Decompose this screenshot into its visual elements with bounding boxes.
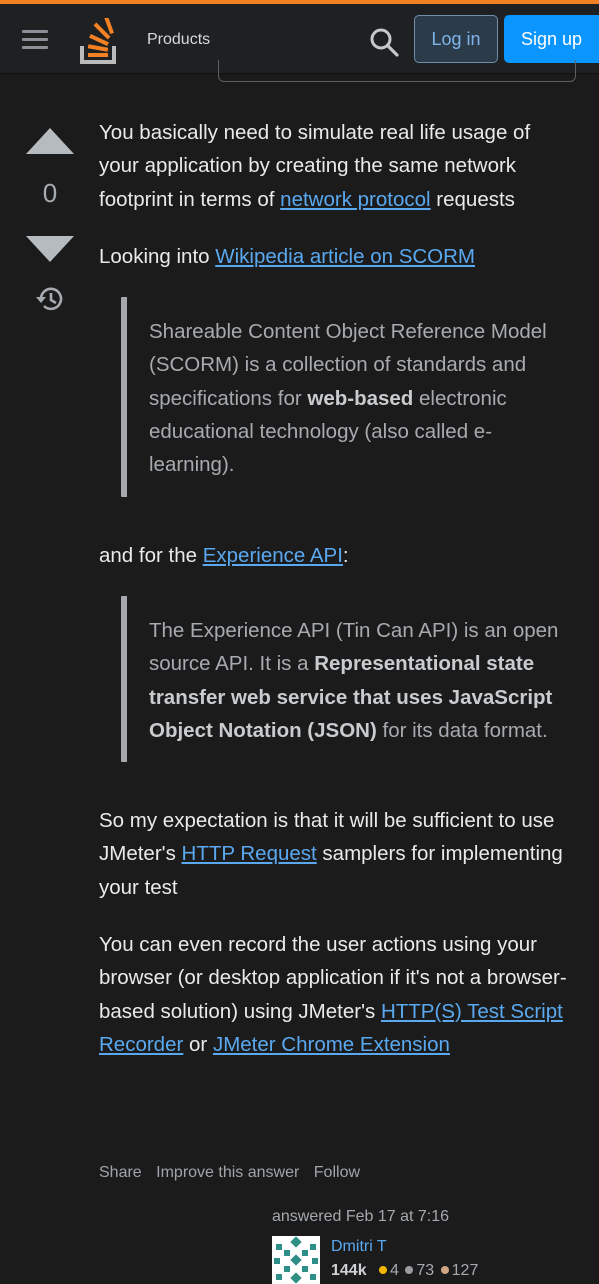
paragraph: You can even record the user actions usi… <box>99 933 567 1056</box>
downvote-arrow-icon[interactable] <box>26 236 74 262</box>
author-name-link[interactable]: Dmitri T <box>331 1238 387 1256</box>
blockquote: Shareable Content Object Reference Model… <box>121 297 569 497</box>
search-icon[interactable] <box>368 26 400 58</box>
vote-count: 0 <box>42 178 58 208</box>
paragraph: So my expectation is that it will be suf… <box>99 809 563 899</box>
share-link[interactable]: Share <box>99 1164 142 1181</box>
bronze-badge-icon <box>440 1266 449 1274</box>
bronze-badge-count: 127 <box>451 1262 479 1279</box>
silver-badge-count: 73 <box>416 1262 435 1279</box>
paragraph: You basically need to simulate real life… <box>99 121 531 211</box>
answer-body: You basically need to simulate real life… <box>99 116 569 1061</box>
login-button[interactable]: Log in <box>414 15 498 63</box>
reputation: 144k 4 73 127 <box>331 1262 478 1280</box>
follow-link[interactable]: Follow <box>314 1164 360 1181</box>
paragraph: Looking into Wikipedia article on SCORM <box>99 244 476 268</box>
blockquote: The Experience API (Tin Can API) is an o… <box>121 595 569 763</box>
jmeter-chrome-extension-link[interactable]: JMeter Chrome Extension <box>213 1033 450 1056</box>
improve-answer-link[interactable]: Improve this answer <box>156 1164 299 1181</box>
history-icon[interactable] <box>35 284 65 314</box>
network-protocol-link[interactable]: network protocol <box>280 188 430 211</box>
reputation-score: 144k <box>331 1262 367 1279</box>
stackoverflow-logo-icon[interactable] <box>78 18 122 66</box>
wikipedia-scorm-link[interactable]: Wikipedia article on SCORM <box>215 245 475 268</box>
silver-badge-icon <box>405 1266 414 1274</box>
experience-api-link[interactable]: Experience API <box>203 544 343 567</box>
products-link[interactable]: Products <box>147 31 210 49</box>
hamburger-menu-icon[interactable] <box>22 30 48 50</box>
paragraph: and for the Experience API: <box>99 543 349 567</box>
upvote-arrow-icon[interactable] <box>26 128 74 154</box>
http-request-link[interactable]: HTTP Request <box>182 842 317 865</box>
gold-badge-icon <box>379 1266 388 1274</box>
answered-timestamp: answered Feb 17 at 7:16 <box>272 1208 450 1225</box>
gold-badge-count: 4 <box>390 1262 399 1279</box>
previous-content-box <box>218 60 576 82</box>
avatar[interactable] <box>272 1236 320 1284</box>
post-actions: Share Improve this answer Follow <box>99 1164 370 1182</box>
signup-button[interactable]: Sign up <box>504 15 599 63</box>
